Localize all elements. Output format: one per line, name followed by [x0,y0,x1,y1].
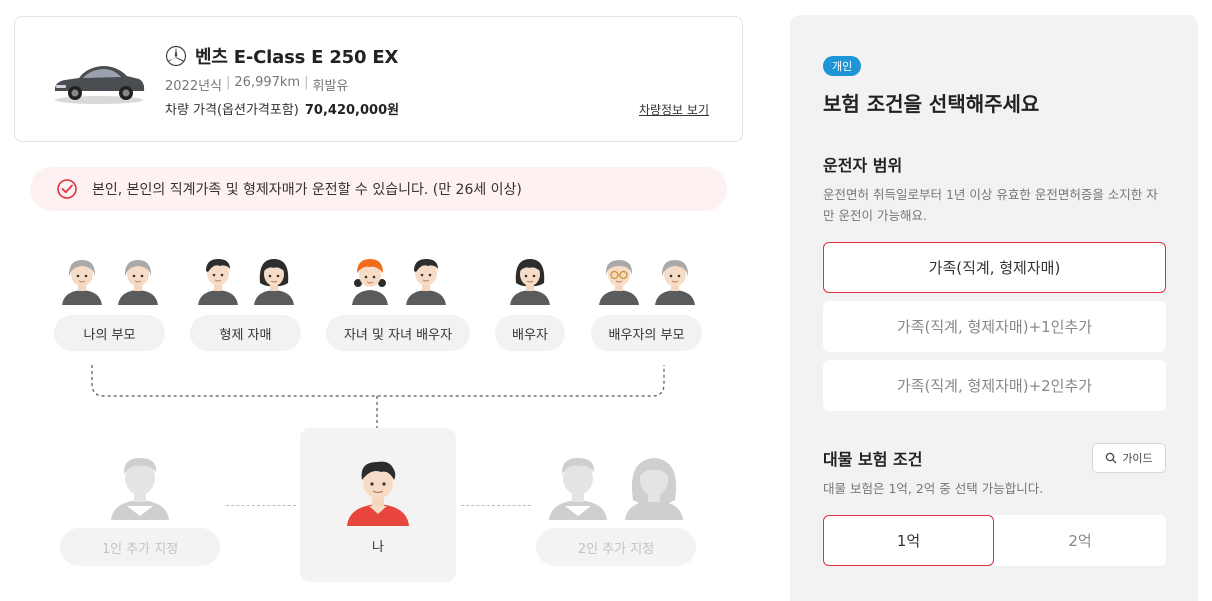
car-mileage: 26,997km [234,75,301,90]
notice-text: 본인, 본인의 직계가족 및 형제자매가 운전할 수 있습니다. (만 26세 … [92,182,522,198]
divider: | [226,75,231,90]
search-icon [1106,452,1117,464]
panel-title: 보험 조건을 선택해주세요 [823,92,1040,116]
property-insurance-desc: 대물 보험은 1억, 2억 중 선택 가능합니다. [823,481,1044,496]
relative-label: 형제 자매 [190,315,301,351]
car-detail-link[interactable]: 차량정보 보기 [639,101,709,118]
child-avatar-icon [348,253,392,305]
car-year: 2022년식 [165,79,223,94]
coverage-notice: 본인, 본인의 직계가족 및 형제자매가 운전할 수 있습니다. (만 26세 … [30,167,727,211]
brother-avatar-icon [196,253,240,305]
relative-parents: 나의 부모 [54,253,165,351]
driver-option-family-plus-one[interactable]: 가족(직계, 형제자매)+1인추가 [823,301,1166,352]
relative-spouse: 배우자 [495,253,565,351]
property-option-100m[interactable]: 1억 [823,515,994,566]
guide-label: 가이드 [1122,452,1153,465]
relative-label: 자녀 및 자녀 배우자 [326,315,470,351]
personal-badge: 개인 [823,56,862,76]
relative-spouse-parents: 배우자의 부모 [591,253,702,351]
driver-range-desc: 운전면허 취득일로부터 1년 이상 유효한 운전면허증을 소지한 자만 운전이 … [823,187,1158,223]
spouse-avatar-icon [508,253,552,305]
car-name: 벤츠 E-Class E 250 EX [195,47,399,68]
car-info-card: 벤츠 E-Class E 250 EX 2022년식 | 26,997km | … [14,16,743,142]
car-price-value: 70,420,000원 [304,103,400,118]
car-price-label: 차량 가격(옵션가격포함) [165,103,299,118]
add-one-person: 1인 추가 지정 [60,450,220,566]
driver-option-family[interactable]: 가족(직계, 형제자매) [823,242,1166,293]
property-insurance-title: 대물 보험 조건 [823,450,923,469]
relative-siblings: 형제 자매 [190,253,301,351]
add-one-label: 1인 추가 지정 [60,528,220,566]
relative-label: 배우자 [495,315,565,351]
property-amount-selector: 1억 2억 [823,515,1166,566]
mother-avatar-icon [116,253,160,305]
me-label: 나 [372,540,384,555]
connector-line [226,505,296,506]
car-fuel: 휘발유 [312,79,349,94]
driver-range-title: 운전자 범위 [823,156,903,175]
connector-line [461,505,531,506]
divider: | [304,75,309,90]
insurance-condition-panel: 개인 보험 조건을 선택해주세요 운전자 범위 운전면허 취득일로부터 1년 이… [790,15,1198,601]
mother-in-law-avatar-icon [653,253,697,305]
property-option-200m[interactable]: 2억 [994,515,1166,566]
placeholder-person-icon [105,450,175,520]
me-avatar-icon [347,461,409,526]
me-card: 나 [300,428,456,582]
driver-option-family-plus-two[interactable]: 가족(직계, 형제자매)+2인추가 [823,360,1166,411]
add-two-persons: 2인 추가 지정 [536,450,696,566]
placeholder-person-icon [619,450,689,520]
family-connector [91,365,665,428]
car-specs: 2022년식 | 26,997km | 휘발유 [165,75,348,94]
relative-label: 배우자의 부모 [591,315,702,351]
sister-avatar-icon [252,253,296,305]
father-avatar-icon [60,253,104,305]
mercedes-logo-icon [165,45,187,67]
guide-button[interactable]: 가이드 [1092,443,1166,473]
car-price-row: 차량 가격(옵션가격포함) 70,420,000원 [165,99,399,118]
father-in-law-avatar-icon [597,253,641,305]
add-two-label: 2인 추가 지정 [536,528,696,566]
car-image [54,66,145,104]
relative-label: 나의 부모 [54,315,165,351]
check-circle-icon [57,179,77,199]
placeholder-person-icon [543,450,613,520]
child-spouse-avatar-icon [404,253,448,305]
relative-children: 자녀 및 자녀 배우자 [326,253,470,351]
